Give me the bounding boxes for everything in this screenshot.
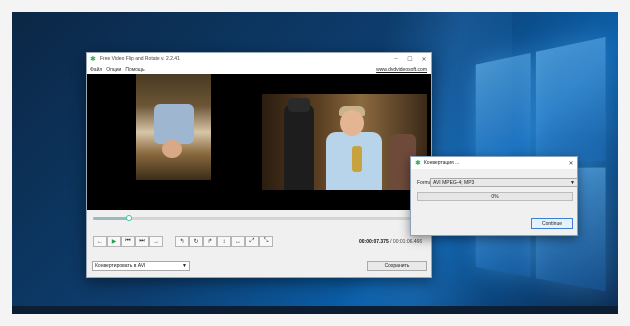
playback-controls: ← ▶ ⏮ ⏭ → [93,236,163,247]
rotated-preview-frame [136,74,211,180]
chevron-down-icon: ▼ [570,179,575,186]
skip-back-icon: ⏮ [125,238,131,244]
menu-help[interactable]: Помощь [125,67,144,73]
title-bar: ✱ Free Video Flip and Rotate v. 2.2.41 –… [87,53,431,65]
next-button[interactable]: → [149,236,163,247]
flip-vertical-icon: ↕ [222,238,226,245]
rotate-left-button[interactable]: ↰ [175,236,189,247]
rotate-right-icon: ↱ [207,239,213,245]
rotate-right-button[interactable]: ↱ [203,236,217,247]
app-icon: ✱ [415,160,421,167]
minimize-button[interactable]: – [389,56,403,62]
dialog-title: Конвертация ... [423,160,460,166]
diagonal-flip-alt-icon: ⤡ [263,238,269,244]
format-row: Format AVI MPEG-4; MP3 ▼ [417,178,578,187]
website-link[interactable]: www.dvdvideosoft.com [376,67,427,73]
continue-button[interactable]: Continue [531,218,573,229]
play-icon: ▶ [111,239,117,245]
progress-text: 0% [491,193,499,200]
menu-file[interactable]: Файл [90,67,102,73]
diagonal-flip-icon: ⤢ [249,238,255,244]
conversion-dialog: ✱ Конвертация ... ✕ Format AVI MPEG-4; M… [410,156,578,236]
rotate-180-button[interactable]: ↻ [189,236,203,247]
flip-vertical-button[interactable]: ↕ [217,236,231,247]
current-time: 00:00:07.375 [359,239,389,245]
rotate-180-icon: ↻ [193,239,199,245]
skip-forward-button[interactable]: ⏭ [135,236,149,247]
prev-button[interactable]: ← [93,236,107,247]
seek-thumb[interactable] [126,215,133,221]
format-value: AVI MPEG-4; MP3 [433,179,475,186]
window-title: Free Video Flip and Rotate v. 2.2.41 [100,56,180,62]
close-button[interactable]: ✕ [417,56,431,63]
convert-select-value: Конвертировать в AVI [95,263,146,269]
seek-bar[interactable] [93,215,423,221]
flip-horizontal-icon: ↔ [235,238,241,245]
dialog-close-button[interactable]: ✕ [565,160,577,167]
conversion-progress-bar: 0% [417,192,573,201]
maximize-button[interactable]: ☐ [403,56,417,63]
seek-fill [93,217,130,220]
main-window: ✱ Free Video Flip and Rotate v. 2.2.41 –… [86,52,432,278]
video-preview [87,74,431,210]
chevron-down-icon: ▼ [182,263,187,269]
app-icon: ✱ [90,55,96,63]
original-preview-frame [262,94,427,190]
dialog-title-bar: ✱ Конвертация ... ✕ [411,157,577,169]
flip-horizontal-button[interactable]: ↔ [231,236,245,247]
save-button[interactable]: Сохранить [367,261,427,271]
skip-back-button[interactable]: ⏮ [121,236,135,247]
time-display: 00:00:07.375 / 00:01:06.466 [359,239,422,245]
total-time: 00:01:06.466 [392,239,423,245]
transform-controls: ↰ ↻ ↱ ↕ ↔ ⤢ ⤡ [175,236,273,247]
play-button[interactable]: ▶ [107,236,121,247]
convert-format-select[interactable]: Конвертировать в AVI ▼ [92,261,190,271]
diagonal-flip-alt-button[interactable]: ⤡ [259,236,273,247]
menu-options[interactable]: Опции [106,67,121,73]
prev-icon: ← [97,238,103,245]
taskbar [12,306,618,314]
format-select[interactable]: AVI MPEG-4; MP3 ▼ [430,178,578,187]
rotate-left-icon: ↰ [179,239,185,245]
next-icon: → [153,238,159,245]
menu-bar: Файл Опции Помощь www.dvdvideosoft.com [87,65,431,74]
skip-forward-icon: ⏭ [139,238,145,244]
diagonal-flip-button[interactable]: ⤢ [245,236,259,247]
time-separator: / [390,239,392,245]
format-label: Format [417,179,433,186]
